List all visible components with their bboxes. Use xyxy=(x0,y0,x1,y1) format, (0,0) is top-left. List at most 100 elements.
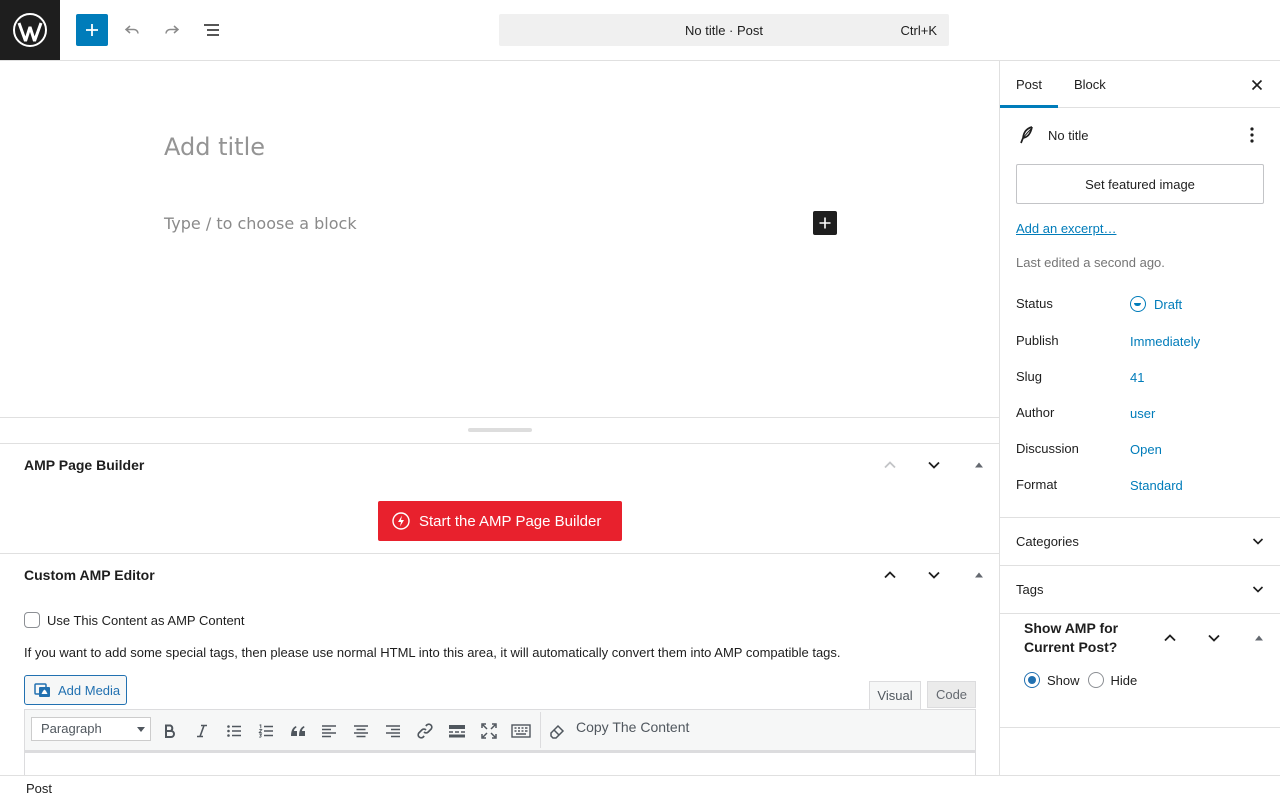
more-vertical-icon xyxy=(1250,127,1254,143)
discussion-label: Discussion xyxy=(1016,441,1079,456)
align-left-button[interactable] xyxy=(316,718,342,744)
show-radio[interactable] xyxy=(1024,672,1040,688)
toggle-panel-button[interactable] xyxy=(1243,622,1275,654)
wordpress-logo-icon[interactable] xyxy=(0,0,60,60)
quote-icon xyxy=(291,726,305,736)
undo-button[interactable] xyxy=(116,14,148,46)
insert-link-button[interactable] xyxy=(412,718,438,744)
numbered-list-icon xyxy=(258,724,273,738)
numbered-list-button[interactable] xyxy=(253,718,279,744)
categories-panel-toggle[interactable]: Categories xyxy=(1000,517,1280,565)
align-center-icon xyxy=(354,725,368,738)
hide-radio[interactable] xyxy=(1087,672,1104,688)
redo-icon xyxy=(165,25,180,34)
move-up-button[interactable] xyxy=(1154,622,1186,654)
metabox-resize-bar[interactable] xyxy=(0,418,999,443)
editor-canvas: Add title Type / to choose a block xyxy=(0,61,999,418)
move-down-button[interactable] xyxy=(918,449,950,481)
fullscreen-icon xyxy=(481,723,497,739)
command-shortcut: Ctrl+K xyxy=(900,23,937,38)
format-value-button[interactable]: Standard xyxy=(1130,478,1183,493)
blockquote-button[interactable] xyxy=(285,718,311,744)
use-amp-content-checkbox[interactable] xyxy=(24,612,40,628)
editor-footer: Post xyxy=(0,775,1280,800)
italic-icon xyxy=(197,724,207,738)
slug-label: Slug xyxy=(1016,369,1043,384)
start-amp-button-label: Start the AMP Page Builder xyxy=(419,512,602,530)
breadcrumb[interactable]: Post xyxy=(26,781,52,796)
copy-the-content-button[interactable]: Copy The Content xyxy=(576,719,689,735)
toggle-panel-button[interactable] xyxy=(963,449,995,481)
chevron-down-icon xyxy=(928,571,940,579)
block-inserter-button[interactable] xyxy=(813,211,837,235)
copy-content-icon-button[interactable] xyxy=(544,718,570,744)
author-label: Author xyxy=(1016,405,1055,420)
show-radio-label: Show xyxy=(1047,672,1080,688)
add-media-button[interactable]: Add Media xyxy=(24,675,127,705)
chevron-down-icon xyxy=(1208,634,1220,642)
help-text: If you want to add some special tags, th… xyxy=(24,645,841,660)
use-amp-content-label: Use This Content as AMP Content xyxy=(47,612,245,628)
publish-value-button[interactable]: Immediately xyxy=(1130,334,1200,349)
discussion-value-button[interactable]: Open xyxy=(1130,442,1162,457)
align-center-button[interactable] xyxy=(348,718,374,744)
command-palette-bar[interactable]: No title · Post Ctrl+K xyxy=(499,14,949,46)
show-amp-title: Show AMP for Current Post? xyxy=(1024,620,1119,655)
list-view-icon xyxy=(204,24,219,36)
toolbar-toggle-button[interactable] xyxy=(508,718,534,744)
close-icon xyxy=(1251,79,1263,91)
metabox-title: AMP Page Builder xyxy=(24,457,145,473)
author-value-button[interactable]: user xyxy=(1130,406,1155,421)
italic-button[interactable] xyxy=(189,718,215,744)
read-more-button[interactable] xyxy=(444,718,470,744)
format-select[interactable]: Paragraph xyxy=(31,717,151,741)
align-right-button[interactable] xyxy=(380,718,406,744)
triangle-up-icon xyxy=(975,462,983,468)
chevron-up-icon xyxy=(1164,634,1176,642)
resize-handle[interactable] xyxy=(468,428,532,432)
tags-panel-toggle[interactable]: Tags xyxy=(1000,565,1280,613)
chevron-up-icon xyxy=(884,461,896,469)
close-sidebar-button[interactable] xyxy=(1241,69,1273,101)
plus-icon xyxy=(819,217,831,229)
tab-visual[interactable]: Visual xyxy=(869,681,921,710)
tab-post[interactable]: Post xyxy=(1000,61,1058,108)
add-excerpt-link[interactable]: Add an excerpt… xyxy=(1016,221,1116,236)
move-up-button[interactable] xyxy=(874,449,906,481)
fullscreen-button[interactable] xyxy=(476,718,502,744)
add-block-button[interactable] xyxy=(76,14,108,46)
toggle-panel-button[interactable] xyxy=(963,559,995,591)
triangle-up-icon xyxy=(975,572,983,578)
post-actions-menu-button[interactable] xyxy=(1236,123,1268,147)
post-card-title: No title xyxy=(1048,128,1089,143)
set-featured-image-button[interactable]: Set featured image xyxy=(1016,164,1264,204)
tab-code[interactable]: Code xyxy=(927,681,976,708)
format-label: Format xyxy=(1016,477,1058,492)
post-feather-icon xyxy=(1020,126,1033,144)
bullet-list-button[interactable] xyxy=(221,718,247,744)
bold-button[interactable] xyxy=(157,718,183,744)
move-up-button[interactable] xyxy=(874,559,906,591)
editor-header: No title · Post Ctrl+K xyxy=(0,0,1280,61)
use-amp-content-row: Use This Content as AMP Content xyxy=(24,612,245,628)
tab-block[interactable]: Block xyxy=(1058,61,1122,108)
start-amp-page-builder-button[interactable]: Start the AMP Page Builder xyxy=(378,501,622,541)
draft-status-icon xyxy=(1130,296,1146,312)
show-amp-metabox: Show AMP for Current Post? Show Hide xyxy=(1000,613,1280,728)
chevron-down-icon xyxy=(928,461,940,469)
settings-sidebar: Post Block No title Set featured image A… xyxy=(999,61,1280,775)
post-title-input[interactable]: Add title xyxy=(164,133,265,161)
block-appender[interactable]: Type / to choose a block xyxy=(164,214,357,233)
format-select-value: Paragraph xyxy=(41,721,102,736)
read-more-icon xyxy=(449,725,465,738)
move-down-button[interactable] xyxy=(918,559,950,591)
content-editor-area[interactable] xyxy=(24,751,976,775)
dropdown-caret-icon xyxy=(137,727,145,732)
document-overview-button[interactable] xyxy=(196,14,228,46)
redo-button[interactable] xyxy=(156,14,188,46)
slug-value-button[interactable]: 41 xyxy=(1130,370,1144,385)
hide-radio-label: Hide xyxy=(1110,672,1138,688)
status-value-button[interactable]: Draft xyxy=(1154,297,1182,312)
move-down-button[interactable] xyxy=(1198,622,1230,654)
amp-lightning-icon xyxy=(392,512,410,530)
